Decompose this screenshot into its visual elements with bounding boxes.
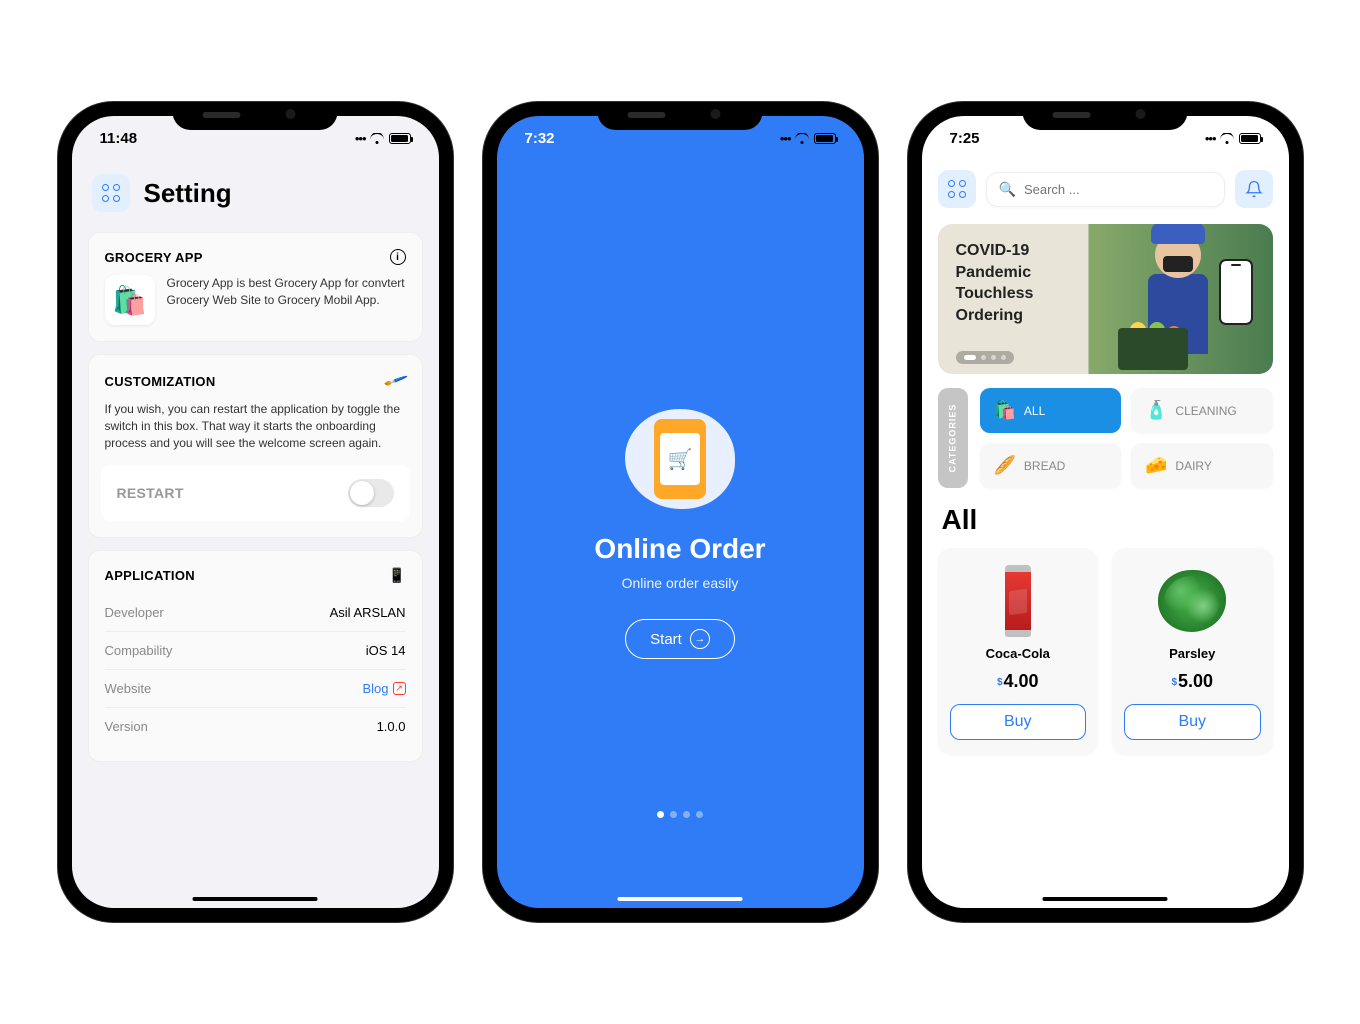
- info-icon[interactable]: i: [390, 249, 406, 265]
- product-name: Coca-Cola: [986, 646, 1050, 661]
- bread-icon: 🥖: [994, 455, 1016, 476]
- promo-banner[interactable]: COVID-19 Pandemic Touchless Ordering: [938, 224, 1273, 374]
- row-compability: Compability iOS 14: [105, 632, 406, 670]
- status-icons: •••: [355, 131, 411, 146]
- start-button[interactable]: Start →: [625, 619, 735, 659]
- search-input[interactable]: [1024, 182, 1212, 197]
- product-image: [1005, 562, 1031, 640]
- notifications-button[interactable]: [1235, 170, 1273, 208]
- status-time: 7:25: [950, 130, 980, 147]
- customization-desc: If you wish, you can restart the applica…: [105, 401, 406, 451]
- dairy-icon: 🧀: [1145, 455, 1167, 476]
- card-title: APPLICATION: [105, 568, 195, 583]
- bell-icon: [1245, 180, 1263, 198]
- category-all[interactable]: 🛍️ALL: [980, 388, 1122, 433]
- home-indicator[interactable]: [193, 897, 318, 901]
- product-name: Parsley: [1169, 646, 1215, 661]
- search-icon: 🔍: [999, 181, 1016, 198]
- page-title: Setting: [144, 178, 232, 209]
- application-card: APPLICATION 📱 Developer Asil ARSLAN Comp…: [88, 550, 423, 762]
- page-dots[interactable]: [657, 811, 703, 818]
- wifi-icon: [1220, 133, 1235, 144]
- grocery-app-card: GROCERY APP i 🛍️ Grocery App is best Gro…: [88, 232, 423, 342]
- phone-icon: 📱: [388, 567, 405, 584]
- product-card-coca-cola[interactable]: Coca-Cola $4.00 Buy: [938, 548, 1099, 754]
- external-link-icon: ↗: [393, 682, 406, 695]
- arrow-right-icon: →: [690, 629, 710, 649]
- onboarding-illustration: 🛒: [625, 409, 735, 509]
- row-version: Version 1.0.0: [105, 708, 406, 745]
- onboard-title: Online Order: [594, 533, 765, 565]
- status-time: 11:48: [100, 130, 138, 147]
- bag-icon: 🛍️: [994, 400, 1016, 421]
- row-website[interactable]: Website Blog ↗: [105, 670, 406, 708]
- battery-icon: [814, 133, 836, 144]
- app-icon: 🛍️: [105, 275, 155, 325]
- battery-icon: [389, 133, 411, 144]
- home-indicator[interactable]: [1043, 897, 1168, 901]
- row-developer: Developer Asil ARSLAN: [105, 594, 406, 632]
- onboard-subtitle: Online order easily: [622, 575, 739, 591]
- phone-home: 7:25 ••• 🔍 COVID-19 Pandemic Touch: [908, 102, 1303, 922]
- menu-grid-icon[interactable]: [938, 170, 976, 208]
- notch: [1023, 102, 1188, 130]
- paintbrush-icon: 🖌️: [382, 368, 409, 395]
- battery-icon: [1239, 133, 1261, 144]
- home-indicator[interactable]: [618, 897, 743, 901]
- status-icons: •••: [780, 131, 836, 146]
- menu-grid-icon[interactable]: [92, 174, 130, 212]
- section-title: All: [942, 504, 1269, 536]
- product-image: [1158, 562, 1226, 640]
- phone-onboarding: 7:32 ••• 🛒 Online Order Online order eas…: [483, 102, 878, 922]
- product-card-parsley[interactable]: Parsley $5.00 Buy: [1112, 548, 1273, 754]
- app-desc: Grocery App is best Grocery App for conv…: [167, 275, 406, 309]
- basket-illustration: [1118, 328, 1188, 370]
- phone-illustration: [1219, 259, 1253, 325]
- categories-label: CATEGORIES: [938, 388, 968, 488]
- search-box[interactable]: 🔍: [986, 172, 1225, 207]
- phone-settings: 11:48 ••• Setting GROCERY APP i 🛍️: [58, 102, 453, 922]
- card-title: GROCERY APP: [105, 250, 203, 265]
- restart-label: RESTART: [117, 485, 184, 501]
- wifi-icon: [795, 133, 810, 144]
- notch: [173, 102, 338, 130]
- category-bread[interactable]: 🥖BREAD: [980, 443, 1122, 488]
- status-time: 7:32: [525, 130, 555, 147]
- banner-pagination[interactable]: [956, 351, 1014, 364]
- category-cleaning[interactable]: 🧴CLEANING: [1131, 388, 1273, 433]
- restart-toggle[interactable]: [348, 479, 394, 507]
- buy-button[interactable]: Buy: [1124, 704, 1261, 740]
- category-dairy[interactable]: 🧀DAIRY: [1131, 443, 1273, 488]
- buy-button[interactable]: Buy: [950, 704, 1087, 740]
- wifi-icon: [370, 133, 385, 144]
- product-price: $5.00: [1171, 671, 1213, 692]
- status-icons: •••: [1205, 131, 1261, 146]
- card-title: CUSTOMIZATION: [105, 374, 216, 389]
- notch: [598, 102, 763, 130]
- customization-card: CUSTOMIZATION 🖌️ If you wish, you can re…: [88, 354, 423, 538]
- product-price: $4.00: [997, 671, 1039, 692]
- cleaning-icon: 🧴: [1145, 400, 1167, 421]
